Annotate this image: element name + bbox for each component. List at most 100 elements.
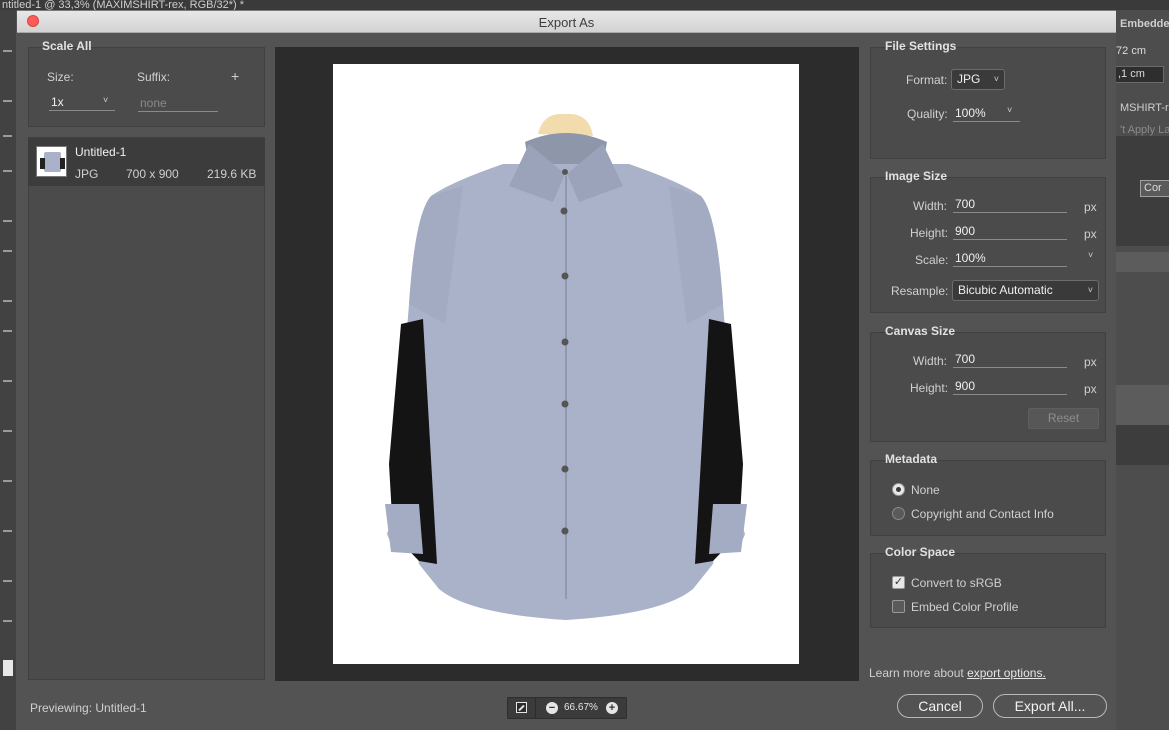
tool-icon[interactable] (3, 530, 12, 532)
export-as-dialog: Export As Scale All Size: Suffix: + 1x ˅… (17, 10, 1116, 730)
asset-dimensions: 700 x 900 (126, 167, 179, 181)
canvas-width-input[interactable]: 700 (953, 352, 1067, 368)
file-settings-panel (870, 47, 1106, 159)
image-height-input[interactable]: 900 (953, 224, 1067, 240)
metadata-heading: Metadata (885, 452, 938, 466)
export-options-link[interactable]: export options. (967, 666, 1046, 680)
color-space-heading: Color Space (885, 545, 956, 559)
scale-label: Scale: (915, 253, 949, 267)
toggle-background-icon[interactable] (516, 702, 527, 713)
canvas-size-heading: Canvas Size (885, 324, 956, 338)
embed-profile-checkbox[interactable] (892, 600, 905, 613)
canvas-width-unit: px (1084, 355, 1097, 369)
tool-icon[interactable] (3, 50, 12, 52)
quality-label: Quality: (907, 107, 948, 121)
image-size-heading: Image Size (885, 169, 948, 183)
metadata-none-radio[interactable] (892, 483, 905, 496)
tool-icon[interactable] (3, 330, 12, 332)
chevron-down-icon: ˅ (993, 74, 999, 84)
preview-area[interactable] (275, 47, 859, 681)
asset-format: JPG (75, 167, 99, 181)
properties-panel: Embedde ,72 cm ,1 cm MSHIRT-re 't Apply … (1116, 10, 1169, 730)
document-title-bar: ntitled-1 @ 33,3% (MAXIMSHIRT-rex, RGB/3… (0, 0, 1169, 10)
learn-more-prefix: Learn more about (869, 666, 968, 680)
tool-icon[interactable] (3, 300, 12, 302)
metadata-copyright-radio[interactable] (892, 507, 905, 520)
tool-icon[interactable] (3, 430, 12, 432)
export-all-button[interactable]: Export All... (993, 694, 1107, 718)
chevron-down-icon: ˅ (1007, 105, 1013, 115)
dialog-title: Export As (538, 15, 595, 30)
shirt-illustration (385, 113, 747, 620)
scale-all-panel (28, 47, 265, 127)
preview-image (333, 64, 799, 664)
apply-label: 't Apply La (1120, 124, 1169, 136)
foreground-color-swatch[interactable] (3, 660, 13, 676)
previewing-label: Previewing: Untitled-1 (30, 701, 147, 715)
document-title: ntitled-1 @ 33,3% (MAXIMSHIRT-rex, RGB/3… (2, 0, 245, 10)
tool-icon[interactable] (3, 250, 12, 252)
chevron-down-icon: ˅ (103, 95, 109, 105)
tool-icon[interactable] (3, 100, 12, 102)
file-settings-heading: File Settings (885, 39, 957, 53)
height-field[interactable]: ,1 cm (1116, 66, 1164, 83)
embed-profile-label: Embed Color Profile (911, 600, 1019, 614)
layer-name: MSHIRT-re (1120, 102, 1169, 114)
canvas-height-label: Height: (910, 381, 949, 395)
tool-icon[interactable] (3, 480, 12, 482)
resample-select[interactable]: Bicubic Automatic ˅ (952, 280, 1099, 301)
embedded-label: Embedde (1120, 18, 1169, 30)
image-width-label: Width: (913, 199, 948, 213)
canvas-height-input[interactable]: 900 (953, 379, 1067, 395)
scale-select[interactable]: 100% (953, 251, 1067, 267)
tool-icon[interactable] (3, 135, 12, 137)
asset-filesize: 219.6 KB (207, 167, 257, 181)
width-field[interactable]: ,72 cm (1116, 44, 1160, 61)
tool-icon[interactable] (3, 580, 12, 582)
panel-tabs (1116, 252, 1169, 272)
zoom-controls: − 66.67% + (507, 697, 627, 719)
dialog-titlebar: Export As (17, 11, 1116, 33)
convert-srgb-checkbox[interactable]: ✓ (892, 576, 905, 589)
image-width-input[interactable]: 700 (953, 197, 1067, 213)
format-select[interactable]: JPG ˅ (951, 69, 1005, 90)
tool-icon[interactable] (3, 170, 12, 172)
image-height-unit: px (1084, 227, 1097, 241)
image-width-unit: px (1084, 200, 1097, 214)
add-scale-button[interactable]: + (231, 68, 239, 84)
asset-list-item[interactable]: Untitled-1 JPG 700 x 900 219.6 KB (28, 138, 265, 186)
asset-name: Untitled-1 (75, 145, 127, 159)
assets-list-panel (28, 137, 265, 680)
tool-icon[interactable] (3, 380, 12, 382)
image-height-label: Height: (910, 226, 949, 240)
tool-icon[interactable] (3, 620, 12, 622)
asset-thumbnail (36, 146, 67, 177)
suffix-input[interactable]: none (138, 96, 218, 112)
color-space-panel (870, 553, 1106, 628)
size-label: Size: (47, 70, 74, 84)
scale-all-heading: Scale All (42, 39, 92, 53)
metadata-copyright-label: Copyright and Contact Info (911, 507, 1054, 521)
metadata-panel (870, 460, 1106, 536)
resample-value: Bicubic Automatic (958, 283, 1053, 297)
panel-button-cor[interactable]: Cor (1140, 180, 1169, 197)
tool-icon[interactable] (3, 220, 12, 222)
metadata-none-label: None (911, 483, 940, 497)
resample-label: Resample: (891, 284, 949, 298)
format-value: JPG (957, 72, 981, 86)
reset-button[interactable]: Reset (1028, 408, 1099, 429)
zoom-in-icon[interactable]: + (606, 702, 618, 714)
canvas-height-unit: px (1084, 382, 1097, 396)
suffix-label: Suffix: (137, 70, 171, 84)
cancel-button[interactable]: Cancel (897, 694, 983, 718)
zoom-level: 66.67% (564, 702, 598, 713)
zoom-out-icon[interactable]: − (546, 702, 558, 714)
layer-row-selected[interactable] (1116, 385, 1169, 425)
panel-footer (1116, 425, 1169, 465)
chevron-down-icon: ˅ (1087, 285, 1093, 295)
convert-srgb-label: Convert to sRGB (911, 576, 1002, 590)
learn-more-text: Learn more about export options. (869, 666, 1046, 680)
tools-panel (0, 10, 16, 730)
format-label: Format: (906, 73, 948, 87)
chevron-down-icon: ˅ (1088, 250, 1094, 260)
